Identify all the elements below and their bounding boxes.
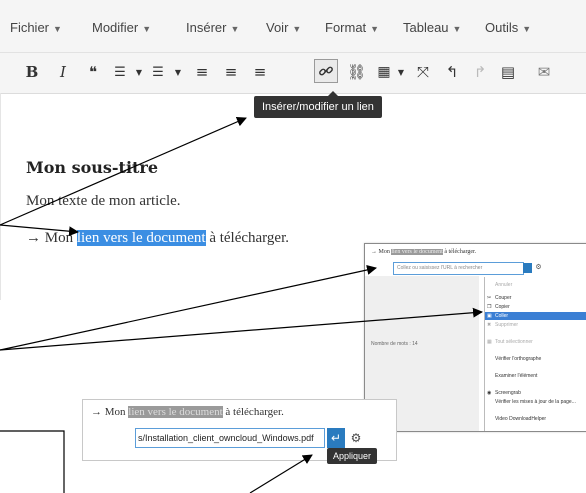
enter-icon: ↵ [330, 431, 342, 445]
menu-modifier[interactable]: Modifier ▼ [92, 20, 151, 35]
screengrab-icon: ◉ [487, 390, 492, 396]
undo-icon[interactable]: ↰ [444, 61, 460, 83]
context-item-orthographe[interactable]: Vérifier l'orthographe [485, 355, 586, 363]
divider [0, 93, 1, 300]
select-all-icon: ▦ [487, 339, 492, 345]
chevron-down-icon: ▼ [452, 24, 462, 34]
link-line-suffix: à télécharger. [205, 230, 289, 246]
chevron-down-icon: ▼ [370, 24, 380, 34]
blockquote-icon[interactable]: ❝ [85, 61, 101, 83]
content-heading: Mon sous-titre [26, 158, 159, 177]
paste-icon: ▣ [487, 313, 492, 319]
wp-more-icon[interactable]: ▤ [500, 61, 516, 83]
context-item-examiner[interactable]: Examiner l'élément [485, 372, 586, 380]
link-tooltip: Insérer/modifier un lien [254, 91, 382, 118]
table-icon[interactable]: ▦ [376, 61, 392, 83]
context-item-mises-a-jour[interactable]: Vérifier les mises à jour de la page... [485, 398, 586, 406]
chevron-down-icon: ▼ [53, 24, 62, 34]
fullscreen-icon[interactable]: ⤧ [415, 61, 431, 83]
align-right-icon[interactable]: ≡ [252, 61, 268, 83]
align-center-icon[interactable]: ≡ [223, 61, 239, 83]
delete-icon: ✖ [487, 322, 492, 328]
menu-voir[interactable]: Voir ▼ [266, 20, 301, 35]
apply-button[interactable]: ↵ [327, 428, 345, 448]
redo-icon[interactable]: ↱ [472, 61, 488, 83]
context-menu: Annuler ✂ Couper ❐ Copier ▣ Coller ✖ Supprim… [484, 277, 586, 431]
context-item-video-downloadhelper[interactable]: Video DownloadHelper [485, 415, 586, 423]
mail-icon[interactable]: ✉ [536, 61, 552, 83]
selected-link-text[interactable]: lien vers le document [76, 230, 206, 246]
url-input[interactable]: s/Installation_client_owncloud_Windows.p… [135, 428, 325, 448]
chevron-down-icon[interactable]: ▼ [131, 61, 147, 83]
context-item-screengrab[interactable]: ◉ Screengrab [485, 389, 586, 397]
link-icon[interactable] [314, 59, 338, 83]
content-link-line: → Mon lien vers le document à télécharge… [26, 230, 289, 247]
word-count: Nombre de mots : 14 [371, 341, 418, 347]
context-menu-screenshot: → Mon lien vers le document à télécharge… [364, 243, 586, 432]
menu-tableau[interactable]: Tableau ▼ [403, 20, 461, 35]
toolbar: B I ❝ ☰ ▼ ☰ ▼ ≡ ≡ ≡ ⛓ ▦ ▼ ⤧ ↰ ↱ ▤ ✉ [0, 53, 586, 94]
apply-tooltip: Appliquer [327, 448, 378, 464]
panel2-link-line: → Mon lien vers le document à télécharge… [371, 249, 477, 255]
panel2-apply-button[interactable] [523, 263, 532, 273]
context-item-annuler[interactable]: Annuler [485, 281, 586, 289]
menubar: Fichier ▼ Modifier ▼ Insérer ▼ Voir ▼ Format… [0, 0, 586, 53]
panel3-link-line: → Mon lien vers le document à télécharge… [91, 406, 284, 418]
align-left-icon[interactable]: ≡ [194, 61, 210, 83]
bullet-list-icon[interactable]: ☰ [112, 61, 128, 83]
chevron-down-icon: ▼ [522, 24, 532, 34]
bold-icon[interactable]: B [24, 61, 40, 83]
connector-line [0, 430, 65, 493]
menu-outils[interactable]: Outils ▼ [485, 20, 531, 35]
copy-icon: ❐ [487, 304, 492, 310]
menu-inserer[interactable]: Insérer ▼ [186, 20, 239, 35]
panel2-url-input[interactable]: Collez ou saisissez l'URL à rechercher [393, 262, 524, 275]
context-item-copier[interactable]: ❐ Copier [485, 303, 586, 311]
chevron-down-icon[interactable]: ▼ [170, 61, 186, 83]
menu-format[interactable]: Format ▼ [325, 20, 379, 35]
unlink-icon[interactable]: ⛓ [347, 61, 366, 83]
link-icon-glyph [319, 66, 333, 76]
chevron-down-icon[interactable]: ▼ [393, 61, 409, 83]
chevron-down-icon: ▼ [292, 24, 302, 34]
context-item-tout-selectionner[interactable]: ▦ Tout sélectionner [485, 338, 586, 346]
context-item-couper[interactable]: ✂ Couper [485, 294, 586, 302]
gear-icon[interactable]: ⚙ [534, 263, 543, 273]
link-line-prefix: → Mon [26, 230, 77, 246]
context-item-coller[interactable]: ▣ Coller [485, 312, 586, 320]
gear-icon[interactable]: ⚙ [348, 428, 364, 448]
context-item-supprimer[interactable]: ✖ Supprimer [485, 321, 586, 329]
menu-fichier[interactable]: Fichier ▼ [10, 20, 62, 35]
italic-icon[interactable]: I [55, 61, 71, 83]
numbered-list-icon[interactable]: ☰ [150, 61, 166, 83]
chevron-down-icon: ▼ [142, 24, 152, 34]
scissors-icon: ✂ [487, 295, 492, 301]
chevron-down-icon: ▼ [230, 24, 240, 34]
content-paragraph: Mon texte de mon article. [26, 193, 181, 209]
